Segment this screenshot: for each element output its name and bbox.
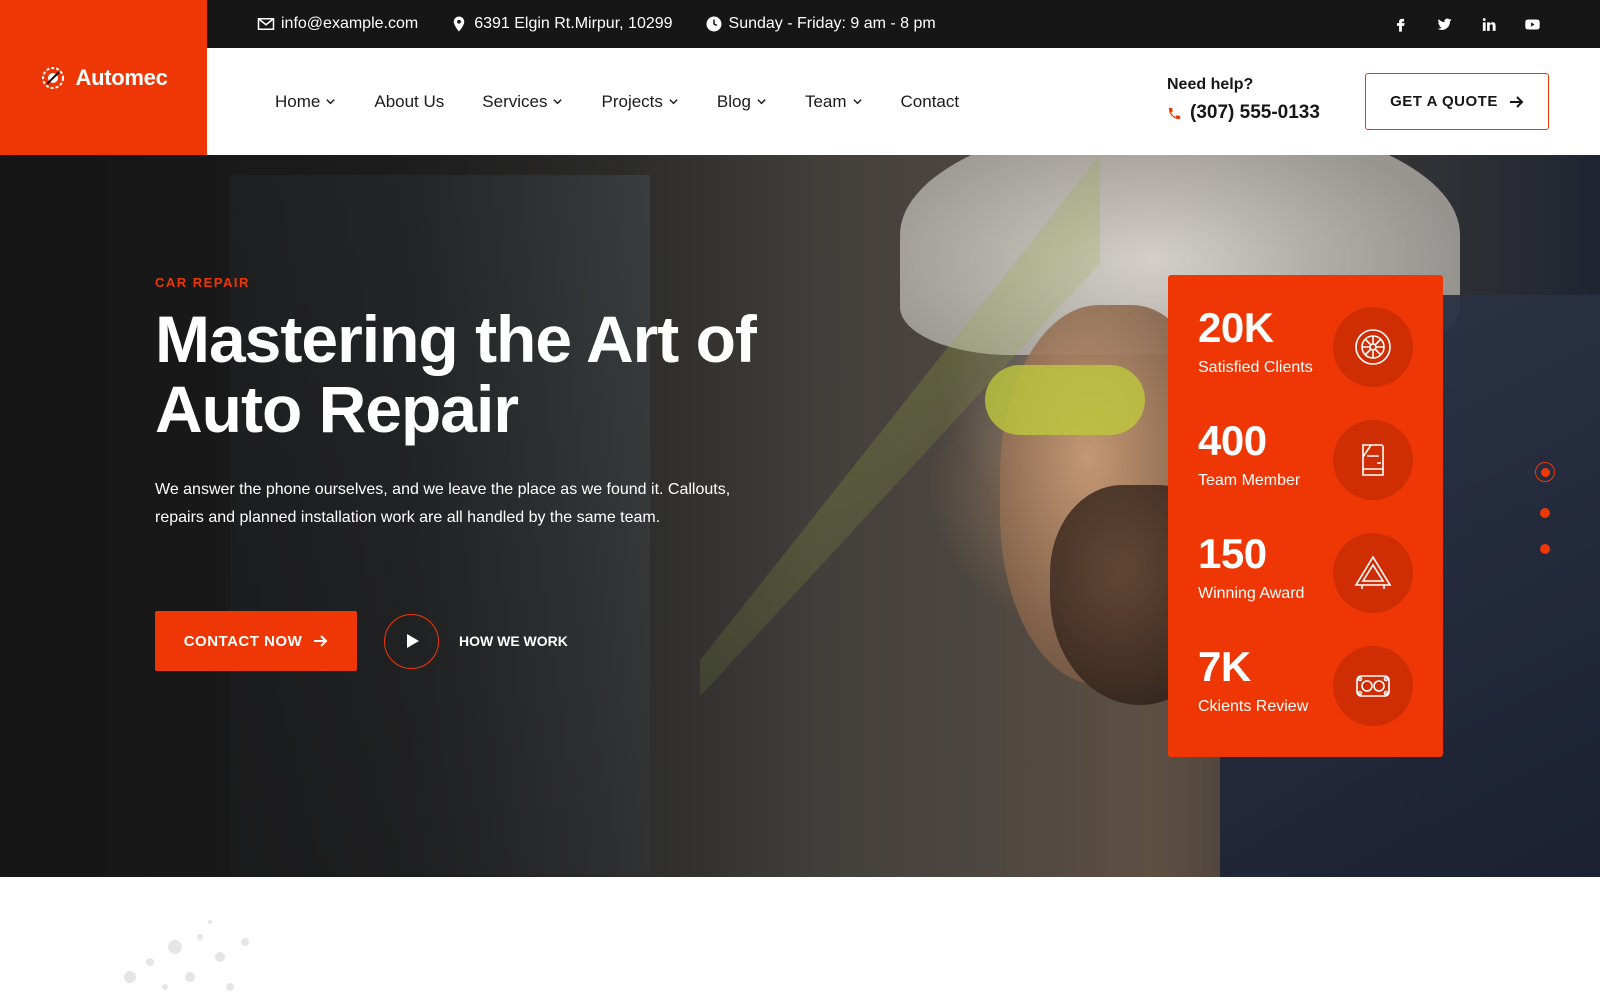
nav-label: Services (482, 91, 548, 111)
contact-now-button[interactable]: CONTACT NOW (155, 611, 357, 671)
contact-now-label: CONTACT NOW (183, 632, 303, 650)
nav-item-about[interactable]: About Us (374, 92, 444, 112)
how-we-work-button[interactable]: HOW WE WORK (384, 613, 568, 669)
nav-label: Projects (601, 91, 663, 111)
twitter-icon[interactable] (1434, 14, 1454, 34)
play-icon (406, 634, 419, 648)
slider-dot-2[interactable] (1540, 508, 1550, 518)
hero-title-line2: Auto Repair (155, 372, 519, 446)
brand-name: Automec (75, 64, 168, 90)
warning-triangle-icon (1333, 533, 1413, 613)
hero-title-line1: Mastering the Art of (155, 302, 757, 376)
hours-info: Sunday - Friday: 9 am - 8 pm (705, 15, 936, 33)
slider-dot-1[interactable] (1535, 462, 1555, 482)
arrow-right-icon (314, 635, 328, 647)
stat-item: 20K Satisfied Clients (1198, 305, 1413, 418)
youtube-icon[interactable] (1522, 14, 1542, 34)
paint-splatter-decoration (124, 920, 249, 991)
phone-icon (1168, 107, 1181, 119)
hours-text: Sunday - Friday: 9 am - 8 pm (728, 15, 936, 32)
stats-card: 20K Satisfied Clients 400 Team Member 15… (1168, 275, 1443, 757)
nav-label: Home (275, 91, 321, 111)
hero-actions: CONTACT NOW HOW WE WORK (155, 611, 568, 671)
stat-item: 400 Team Member (1198, 418, 1413, 531)
gear-logo-icon (42, 66, 65, 89)
linkedin-icon[interactable] (1478, 14, 1498, 34)
address-text: 6391 Elgin Rt.Mirpur, 10299 (474, 15, 673, 32)
email-text: info@example.com (281, 15, 419, 32)
page: Automec info@example.com 6391 Elgin Rt.M… (0, 0, 1600, 1000)
stat-item: 7K Ckients Review (1198, 644, 1413, 757)
nav-item-contact[interactable]: Contact (901, 92, 960, 112)
nav-label: Team (804, 91, 847, 111)
nav-item-blog[interactable]: Blog (717, 92, 767, 112)
next-section (0, 877, 1600, 1000)
hero-section: CAR REPAIR Mastering the Art of Auto Rep… (0, 155, 1600, 877)
email-info[interactable]: info@example.com (257, 15, 418, 33)
main-navbar: Home About Us Services Projects Blog Tea… (207, 48, 1600, 155)
chevron-down-icon (669, 99, 678, 105)
engine-gasket-icon (1333, 646, 1413, 726)
how-we-work-label: HOW WE WORK (459, 633, 568, 649)
hero-content: CAR REPAIR Mastering the Art of Auto Rep… (155, 275, 855, 532)
play-button[interactable] (384, 613, 439, 669)
nav-menu: Home About Us Services Projects Blog Tea… (275, 48, 997, 155)
quote-label: GET A QUOTE (1390, 93, 1498, 110)
chevron-down-icon (326, 99, 336, 105)
mail-icon (257, 18, 275, 30)
nav-label: Contact (900, 91, 960, 111)
hero-bg-safety-glasses (985, 365, 1145, 435)
address-info: 6391 Elgin Rt.Mirpur, 10299 (450, 15, 673, 33)
chevron-down-icon (757, 99, 766, 105)
nav-item-projects[interactable]: Projects (601, 92, 678, 112)
nav-label: About Us (374, 91, 445, 111)
social-links (1390, 0, 1542, 48)
nav-item-home[interactable]: Home (275, 92, 336, 112)
nav-item-services[interactable]: Services (482, 92, 563, 112)
phone-number: (307) 555-0133 (1190, 102, 1320, 123)
help-contact: Need help? (307) 555-0133 (1167, 76, 1320, 124)
phone-link[interactable]: (307) 555-0133 (1167, 102, 1320, 124)
hero-description: We answer the phone ourselves, and we le… (155, 481, 731, 526)
location-pin-icon (453, 16, 465, 32)
slider-pagination (1535, 462, 1555, 554)
nav-item-team[interactable]: Team (805, 92, 863, 112)
help-label: Need help? (1167, 76, 1254, 93)
wheel-icon (1333, 307, 1413, 387)
hero-subtitle: CAR REPAIR (155, 275, 250, 290)
chevron-down-icon (852, 99, 862, 105)
slider-dot-3[interactable] (1540, 544, 1550, 554)
clock-icon (706, 16, 722, 32)
facebook-icon[interactable] (1390, 14, 1410, 34)
top-bar: info@example.com 6391 Elgin Rt.Mirpur, 1… (207, 0, 1600, 48)
logo[interactable]: Automec (0, 0, 207, 155)
nav-label: Blog (716, 91, 751, 111)
chevron-down-icon (553, 99, 563, 105)
hero-title: Mastering the Art of Auto Repair (155, 304, 855, 444)
car-door-icon (1333, 420, 1413, 500)
stat-item: 150 Winning Award (1198, 531, 1413, 644)
arrow-right-icon (1509, 95, 1524, 108)
get-quote-button[interactable]: GET A QUOTE (1365, 73, 1549, 130)
